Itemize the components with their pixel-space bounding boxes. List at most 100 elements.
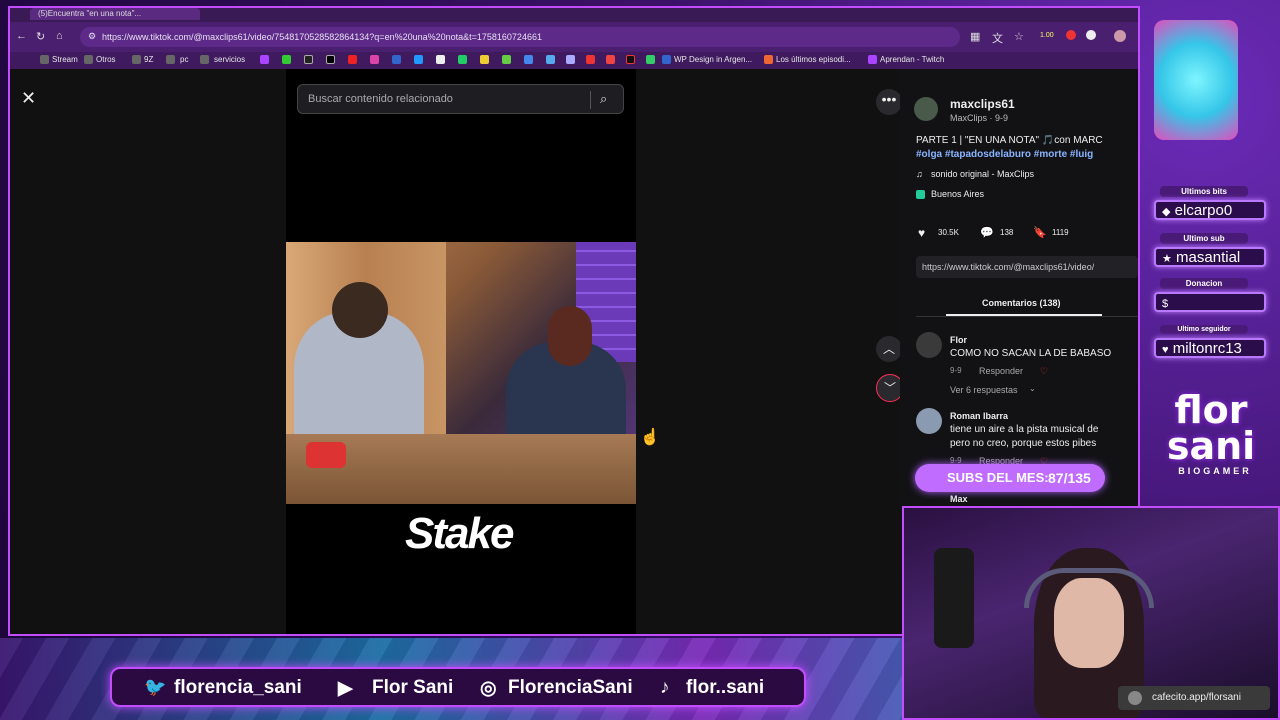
share-link-box[interactable]: https://www.tiktok.com/@maxclips61/video… [916, 256, 1138, 278]
stream-overlay-right: Ultimos bits ◆ elcarpo0 Ultimo sub ★ mas… [1140, 0, 1280, 500]
site-info-icon[interactable]: ⚙ [88, 31, 96, 42]
comment-text: COMO NO SACAN LA DE BABASO [950, 348, 1112, 359]
video-player[interactable] [286, 242, 636, 504]
bookmark-pc[interactable]: pc [180, 55, 188, 64]
comment-like-icon[interactable]: ♡ [1040, 366, 1048, 377]
more-options-icon[interactable]: ••• [876, 89, 902, 115]
bookmark-star-icon[interactable]: ☆ [1014, 30, 1024, 43]
youtube-icon[interactable] [348, 55, 357, 64]
likes-count: 30.5K [938, 228, 959, 237]
last-bits-pill: ◆ elcarpo0 [1154, 200, 1266, 220]
last-sub-pill: ★ masantial [1154, 247, 1266, 267]
donation-label: Donacion [1160, 278, 1248, 289]
location-tag[interactable]: Buenos Aires [931, 189, 984, 199]
chevron-down-icon[interactable]: ⌄ [1029, 384, 1036, 393]
bookmark-icon[interactable] [646, 55, 655, 64]
extension-icon[interactable] [1066, 30, 1076, 40]
comment-icon[interactable]: 💬 [980, 226, 994, 239]
twitch-icon[interactable] [260, 55, 269, 64]
last-bits-label: Ultimos bits [1160, 186, 1248, 197]
folder-icon [166, 55, 175, 64]
flor-sani-logo: flor sani [1152, 388, 1270, 465]
person-right-head [548, 306, 592, 366]
comment-date: 9-9 [950, 366, 962, 375]
pinterest-icon[interactable] [586, 55, 595, 64]
music-note-icon: ♫ [916, 169, 923, 179]
extension-icon[interactable] [1086, 30, 1096, 40]
tiktok-icon[interactable] [304, 55, 313, 64]
buzzer [306, 442, 346, 468]
video-caption: PARTE 1 | "EN UNA NOTA" 🎵con MARC [916, 135, 1103, 146]
saves-count: 1119 [1052, 228, 1069, 237]
bookmark-otros[interactable]: Otros [96, 55, 116, 64]
tab-bar: (5)Encuentra "en una nota"... [10, 8, 1138, 22]
avatar[interactable] [916, 408, 942, 434]
facebook-icon[interactable] [392, 55, 401, 64]
bookmark-icon[interactable] [436, 55, 445, 64]
bookmark-icon[interactable]: 🔖 [1033, 226, 1047, 239]
youtube-icon: ▶ [338, 678, 353, 699]
address-bar-row: ← ↻ ⌂ ⚙ https://www.tiktok.com/@maxclips… [10, 22, 1138, 52]
bookmark-stream[interactable]: Stream [52, 55, 78, 64]
share-url: https://www.tiktok.com/@maxclips61/video… [922, 262, 1095, 272]
bookmark-icon[interactable] [524, 55, 533, 64]
related-search-input[interactable]: Buscar contenido relacionado ⌕ [297, 84, 624, 114]
apps-icon[interactable]: ▦ [970, 30, 980, 43]
instagram-icon: ◎ [480, 678, 497, 699]
close-icon[interactable]: ✕ [21, 88, 36, 109]
home-icon[interactable]: ⌂ [56, 30, 63, 42]
bookmark-icon[interactable] [480, 55, 489, 64]
sound-name[interactable]: sonido original - MaxClips [931, 169, 1034, 179]
url-field[interactable]: ⚙ https://www.tiktok.com/@maxclips61/vid… [80, 27, 960, 47]
twitter-handle: florencia_sani [174, 677, 302, 698]
search-placeholder: Buscar contenido relacionado [308, 93, 453, 105]
bookmark-icon[interactable] [566, 55, 575, 64]
video-hashtags[interactable]: #olga #tapadosdelaburo #morte #luig [916, 149, 1138, 160]
logo-line1: flor [1174, 388, 1248, 432]
heart-icon[interactable]: ♥ [918, 226, 925, 240]
last-sub-user: masantial [1176, 249, 1241, 266]
comment-user[interactable]: Max [950, 494, 968, 504]
bookmark-los-ultimos[interactable]: Los últimos episodi... [776, 55, 851, 64]
author-username[interactable]: maxclips61 [950, 97, 1015, 111]
reload-icon[interactable]: ↻ [36, 30, 45, 43]
avatar[interactable] [916, 332, 942, 358]
cafecito-text: cafecito.app/florsani [1152, 692, 1241, 703]
chevron-up-icon[interactable]: ︿ [876, 336, 902, 362]
tab-comments[interactable]: Comentarios (138) [982, 298, 1061, 308]
author-avatar[interactable] [914, 97, 938, 121]
folder-icon [84, 55, 93, 64]
bookmark-icon[interactable] [502, 55, 511, 64]
instagram-icon[interactable] [370, 55, 379, 64]
stake-logo: Stake [405, 509, 514, 558]
zoom-indicator[interactable]: 1.00 [1040, 32, 1054, 39]
bookmark-icon[interactable] [546, 55, 555, 64]
bookmark-aprendan[interactable]: Aprendan - Twitch [880, 55, 944, 64]
browser-tab[interactable]: (5)Encuentra "en una nota"... [30, 8, 200, 20]
search-icon[interactable]: ⌕ [600, 91, 607, 107]
whatsapp-icon[interactable] [458, 55, 467, 64]
potion-mascot-icon [1154, 20, 1238, 140]
bookmark-icon[interactable] [626, 55, 635, 64]
kick-icon[interactable] [282, 55, 291, 64]
bookmark-servicios[interactable]: servicios [214, 55, 245, 64]
tiktok-handle: flor..sani [686, 677, 765, 698]
reply-button[interactable]: Responder [979, 366, 1023, 376]
upload-icon[interactable] [414, 55, 423, 64]
coffee-icon [1128, 691, 1142, 705]
comment-user[interactable]: Flor [950, 335, 967, 345]
view-replies-button[interactable]: Ver 6 respuestas [950, 385, 1018, 395]
comment-text: tiene un aire a la pista musical de [950, 424, 1099, 435]
comment-user[interactable]: Roman Ibarra [950, 411, 1008, 421]
follower-label: Ultimo seguidor [1160, 325, 1248, 334]
donation-pill: $ [1154, 292, 1266, 312]
bookmark-icon[interactable] [606, 55, 615, 64]
bookmark-9z[interactable]: 9Z [144, 55, 153, 64]
back-icon[interactable]: ← [16, 30, 27, 42]
translate-icon[interactable]: 文 [992, 30, 1003, 46]
bookmark-wp-design[interactable]: WP Design in Argen... [674, 55, 752, 64]
x-icon[interactable] [326, 55, 335, 64]
profile-avatar[interactable] [1114, 30, 1126, 42]
comment-text-line2: pero no creo, porque estos pibes [950, 438, 1097, 449]
bookmarks-bar: Stream Otros 9Z pc servicios WP Design i… [10, 52, 1138, 69]
